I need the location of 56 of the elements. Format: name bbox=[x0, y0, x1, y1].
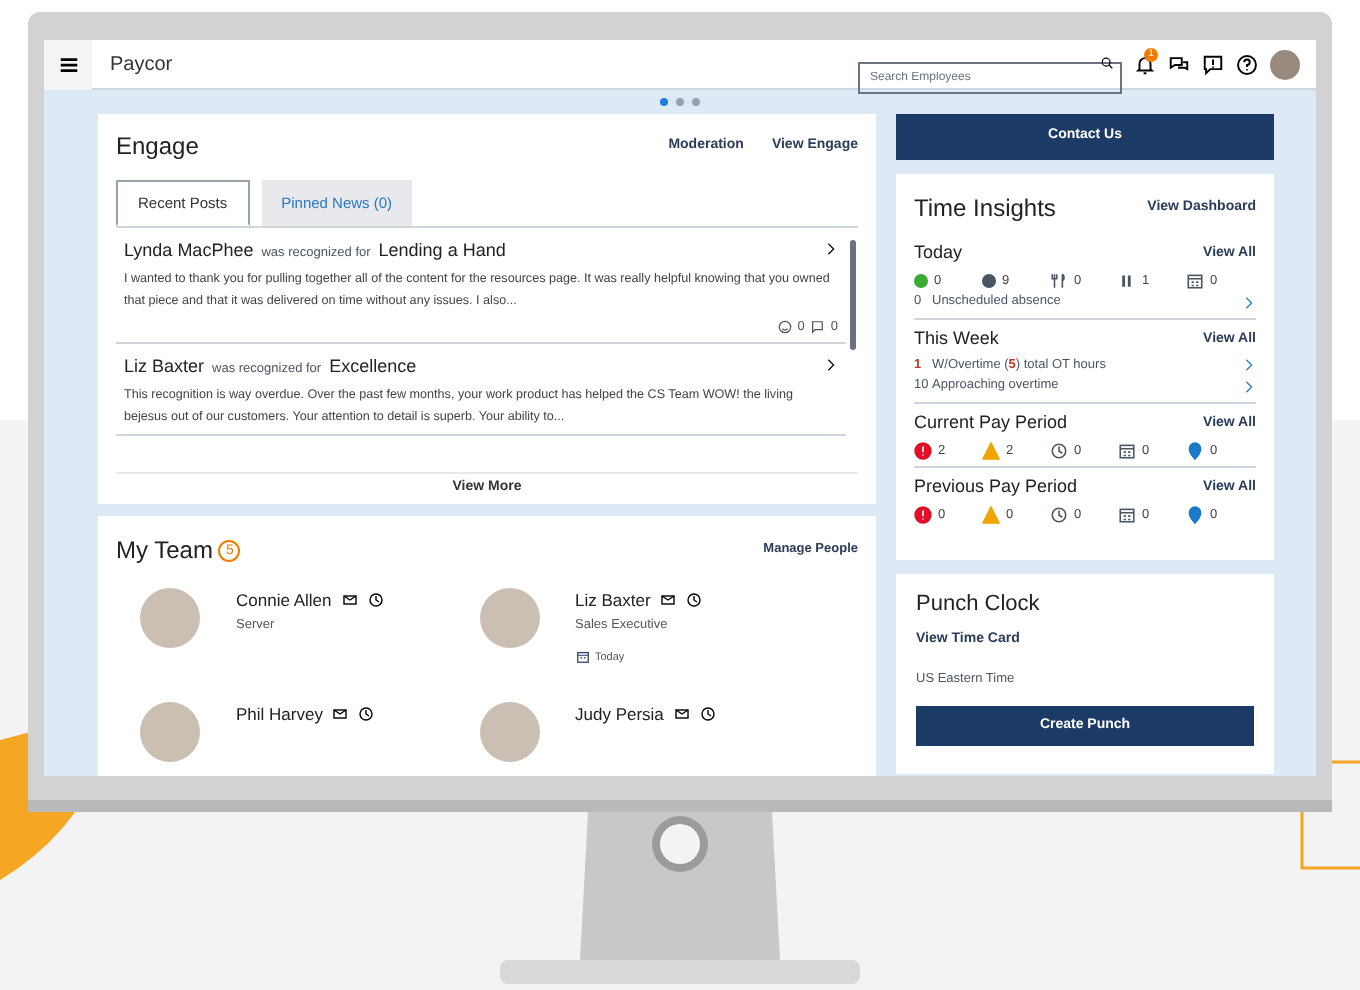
card-title: Time Insights bbox=[914, 192, 1058, 226]
chevron-right-icon bbox=[824, 242, 838, 256]
help-icon[interactable] bbox=[1236, 53, 1258, 75]
member-name[interactable]: Liz Baxter bbox=[575, 588, 651, 614]
mail-icon[interactable] bbox=[332, 706, 349, 723]
post-award: Lending a Hand bbox=[378, 238, 508, 264]
mail-icon[interactable] bbox=[673, 706, 690, 723]
mail-icon[interactable] bbox=[341, 592, 358, 609]
section-title: Today bbox=[914, 240, 965, 266]
section-title: Current Pay Period bbox=[914, 410, 1070, 436]
post-award: Excellence bbox=[329, 354, 419, 381]
pause-icon bbox=[1118, 271, 1136, 290]
clock-icon bbox=[1050, 441, 1068, 460]
clock-icon[interactable] bbox=[686, 592, 703, 609]
calendar-icon bbox=[1118, 506, 1136, 525]
comment-icon bbox=[810, 319, 825, 334]
card-title: My Team bbox=[116, 534, 213, 568]
menu-button[interactable] bbox=[44, 40, 92, 89]
fork-knife-icon bbox=[1050, 271, 1068, 290]
avatar bbox=[140, 701, 200, 762]
calendar-icon bbox=[575, 650, 589, 665]
card-title: Engage bbox=[116, 130, 201, 164]
error-icon bbox=[914, 441, 932, 460]
warning-icon bbox=[982, 441, 1000, 460]
chevron-right-icon bbox=[824, 358, 838, 373]
avatar bbox=[140, 588, 200, 648]
avatar bbox=[479, 701, 539, 762]
post-author: Lynda MacPhee bbox=[124, 238, 254, 264]
calendar-icon bbox=[1186, 271, 1204, 290]
card-title: Punch Clock bbox=[916, 590, 1042, 620]
logo: Paycor bbox=[110, 51, 173, 79]
chat-bubbles-icon[interactable] bbox=[1168, 53, 1190, 75]
avatar bbox=[479, 588, 539, 648]
feedback-icon[interactable] bbox=[1202, 53, 1224, 75]
clock-icon[interactable] bbox=[367, 592, 384, 609]
user-avatar[interactable] bbox=[1270, 49, 1300, 79]
calendar-icon bbox=[1118, 441, 1136, 460]
chevron-right-icon[interactable] bbox=[1242, 295, 1256, 310]
member-name[interactable]: Judy Persia bbox=[575, 701, 664, 727]
post-author: Liz Baxter bbox=[124, 354, 205, 381]
search-icon bbox=[1100, 56, 1114, 70]
pin-icon bbox=[1186, 441, 1204, 460]
section-title: Previous Pay Period bbox=[914, 474, 1080, 501]
clock-icon[interactable] bbox=[699, 706, 716, 723]
warning-icon bbox=[982, 506, 1000, 525]
clock-icon[interactable] bbox=[358, 706, 375, 723]
bell-icon[interactable] bbox=[1134, 53, 1156, 75]
smiley-icon bbox=[777, 319, 792, 334]
mail-icon[interactable] bbox=[660, 592, 677, 609]
clock-icon bbox=[1050, 506, 1068, 525]
error-icon bbox=[914, 506, 932, 525]
pin-icon bbox=[1186, 506, 1204, 525]
menu-icon[interactable] bbox=[57, 53, 79, 75]
section-title: This Week bbox=[914, 326, 1001, 352]
member-name[interactable]: Phil Harvey bbox=[236, 701, 323, 727]
member-name[interactable]: Connie Allen bbox=[236, 588, 332, 614]
